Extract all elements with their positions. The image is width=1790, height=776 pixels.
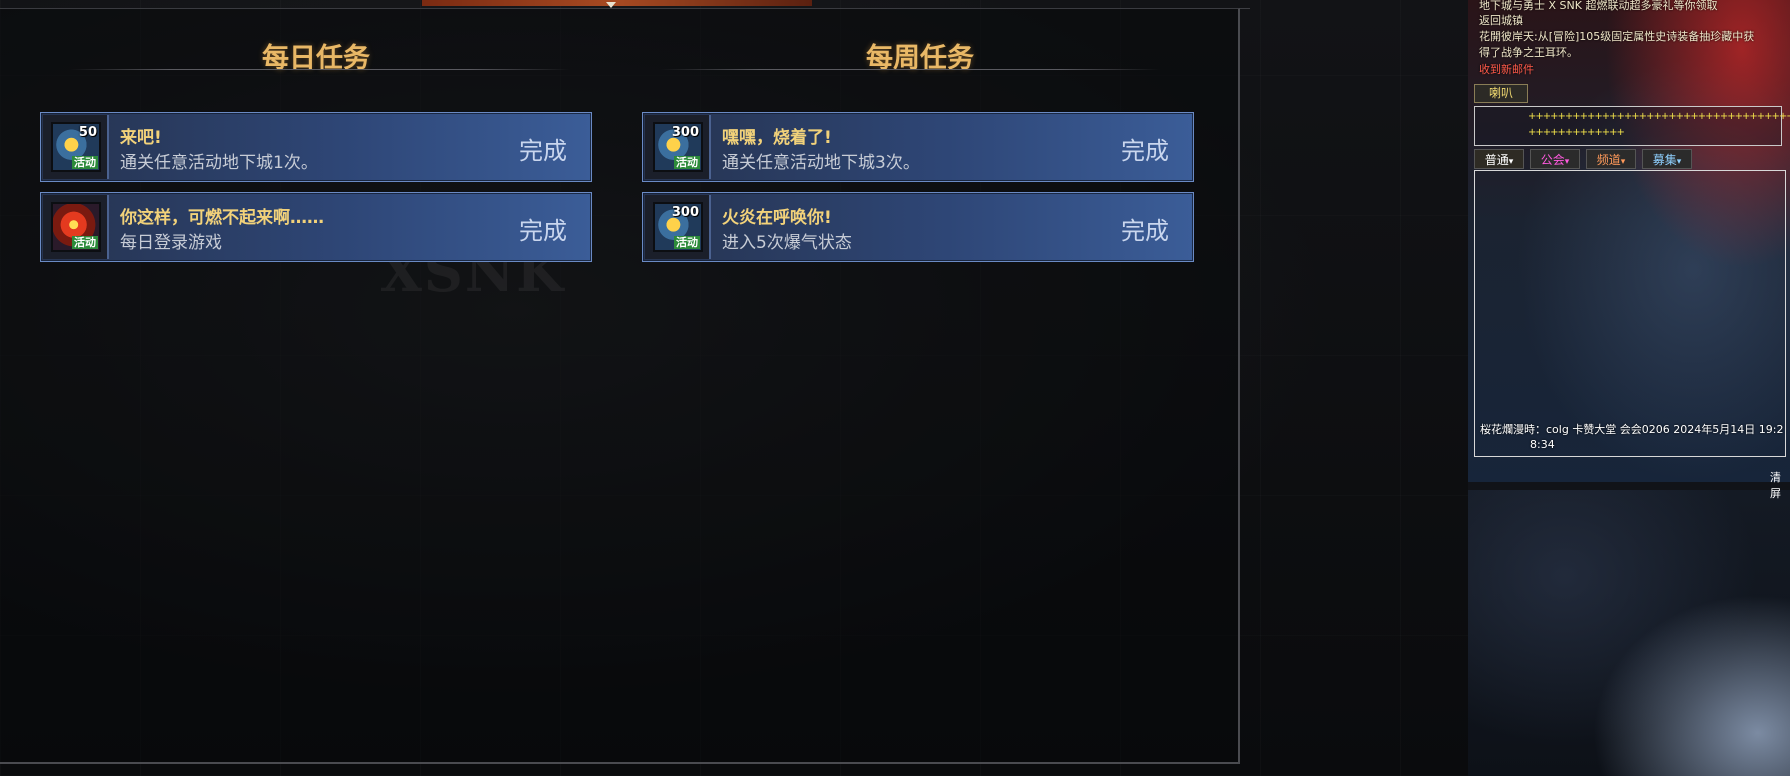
dropdown-icon: ▾ (1564, 157, 1570, 167)
tab-guild[interactable]: 公会▾ (1530, 149, 1580, 169)
quest-card-daily-1[interactable]: 50 活动 来吧! 通关任意活动地下城1次。 完成 (40, 112, 592, 182)
quest-name: 来吧! (120, 128, 162, 148)
system-message: 返回城镇 (1479, 14, 1523, 27)
quest-icon-frame: 300 活动 (645, 115, 711, 179)
daily-divider (70, 69, 570, 70)
horn-message: +++++++++++++ (1528, 127, 1625, 138)
tab-label: 频道 (1596, 153, 1621, 167)
dropdown-icon: ▾ (1508, 157, 1514, 167)
quest-status-complete: 完成 (1121, 137, 1169, 165)
chat-message: 桜花爛漫時：colg 卡赞大堂 会会0206 2024年5月14日 19:2 (1480, 423, 1784, 436)
tab-recruit[interactable]: 募集▾ (1642, 149, 1692, 169)
weekly-divider (660, 69, 1160, 70)
horn-tab[interactable]: 喇叭 (1474, 84, 1528, 103)
activity-badge: 活动 (72, 236, 98, 249)
activity-points: 300 (671, 125, 699, 140)
quest-card-weekly-2[interactable]: 300 活动 火炎在呼唤你! 进入5次爆气状态 完成 (642, 192, 1194, 262)
quest-description: 通关任意活动地下城1次。 (120, 153, 318, 173)
dropdown-icon: ▾ (1620, 157, 1626, 167)
quest-icon-frame: 活动 (43, 195, 109, 259)
quest-description: 通关任意活动地下城3次。 (722, 153, 920, 173)
chat-channel-tabs: 普通▾ 公会▾ 频道▾ 募集▾ (1474, 149, 1790, 169)
quest-icon-frame: 300 活动 (645, 195, 711, 259)
mail-notice[interactable]: 收到新邮件 (1479, 61, 1534, 77)
activity-fire-icon: 活动 (51, 202, 101, 252)
activity-badge: 活动 (674, 236, 700, 249)
chat-message-area[interactable] (1474, 170, 1786, 457)
tab-label: 普通 (1484, 153, 1509, 167)
activity-points: 50 (78, 125, 97, 140)
quest-description: 每日登录游戏 (120, 233, 222, 253)
activity-coin-icon: 50 活动 (51, 122, 101, 172)
system-message: 花開彼岸天:从[冒险]105级固定属性史诗装备抽珍藏中获 (1479, 30, 1755, 43)
quest-card-daily-2[interactable]: 活动 你这样，可燃不起来啊…… 每日登录游戏 完成 (40, 192, 592, 262)
tab-label: 募集 (1652, 153, 1677, 167)
chat-message: 8:34 (1530, 438, 1555, 451)
activity-coin-icon: 300 活动 (653, 202, 703, 252)
activity-badge: 活动 (674, 156, 700, 169)
activity-coin-icon: 300 活动 (653, 122, 703, 172)
world-background-art (1468, 490, 1790, 776)
quest-status-complete: 完成 (1121, 217, 1169, 245)
tab-channel[interactable]: 频道▾ (1586, 149, 1636, 169)
dropdown-icon: ▾ (1676, 157, 1682, 167)
quest-card-weekly-1[interactable]: 300 活动 嘿嘿，烧着了! 通关任意活动地下城3次。 完成 (642, 112, 1194, 182)
activity-points: 300 (671, 205, 699, 220)
tab-label: 公会 (1540, 153, 1565, 167)
activity-badge: 活动 (72, 156, 98, 169)
quest-status-complete: 完成 (519, 217, 567, 245)
quest-description: 进入5次爆气状态 (722, 233, 852, 253)
quest-name: 嘿嘿，烧着了! (722, 128, 832, 148)
horn-message: ++++++++++++++++++++++++++++++++++++++++ (1528, 111, 1790, 122)
quest-status-complete: 完成 (519, 137, 567, 165)
chat-panel-bottom-edge (1468, 482, 1790, 490)
quest-name: 你这样，可燃不起来啊…… (120, 208, 324, 228)
clear-chat-button[interactable]: 清屏 (1770, 469, 1790, 501)
quest-name: 火炎在呼唤你! (722, 208, 832, 228)
top-tab-strip[interactable] (422, 0, 812, 6)
tab-normal[interactable]: 普通▾ (1474, 149, 1524, 169)
system-message: 得了战争之王耳环。 (1479, 46, 1578, 59)
quest-icon-frame: 50 活动 (43, 115, 109, 179)
